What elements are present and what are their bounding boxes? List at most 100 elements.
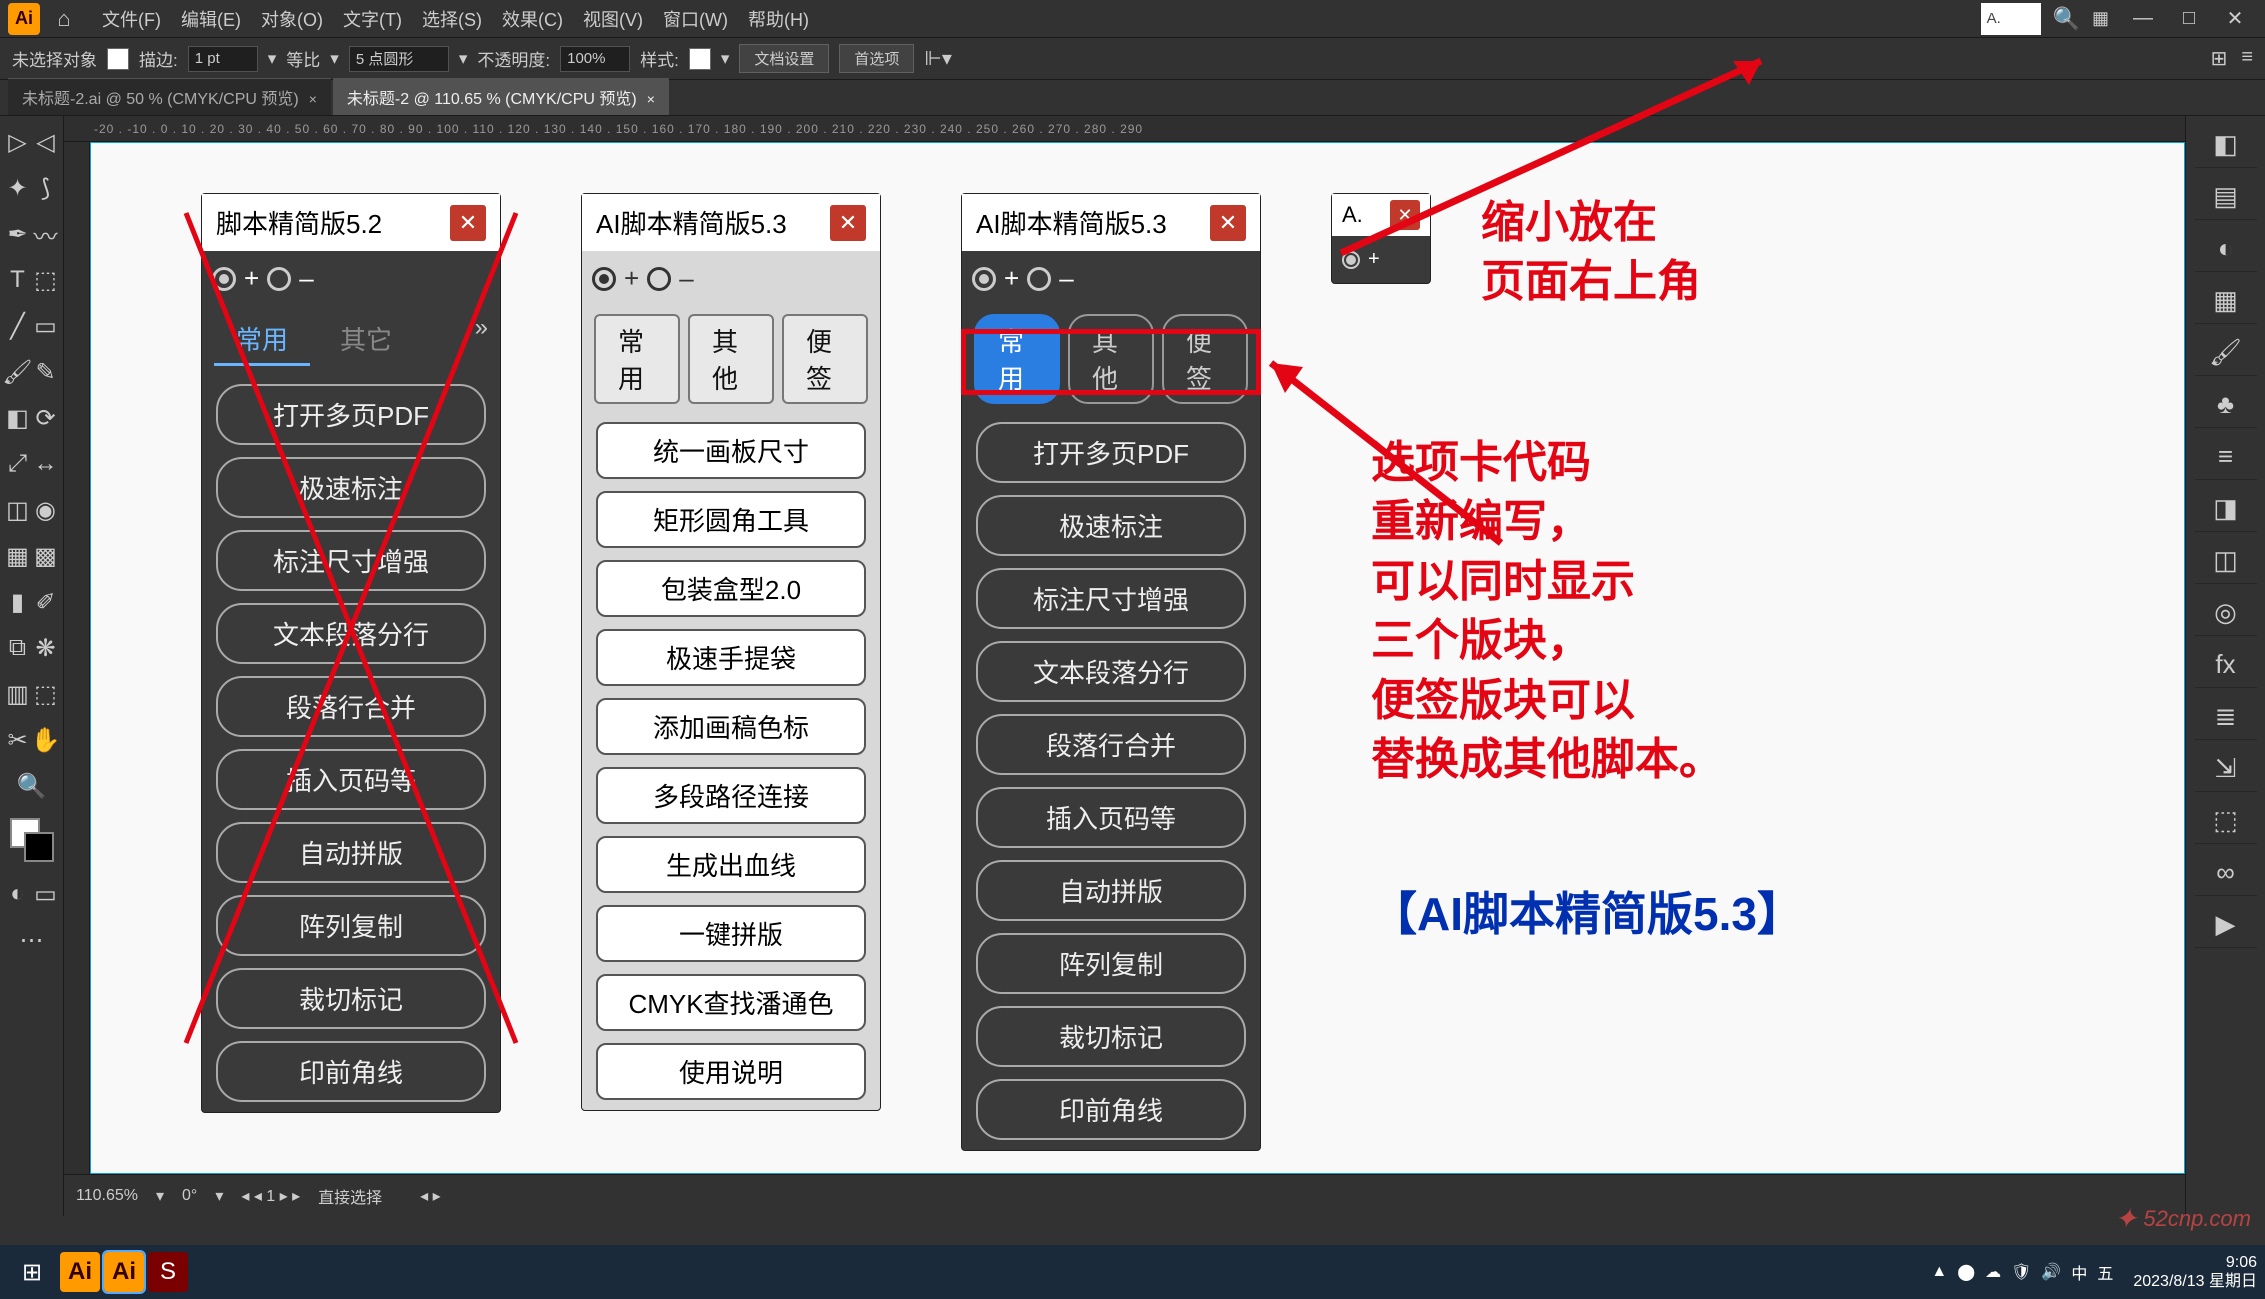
width-tool[interactable]: ↔ xyxy=(33,444,59,484)
fill-stroke-swatch[interactable] xyxy=(10,818,54,862)
radio-on[interactable] xyxy=(212,267,236,291)
lasso-tool[interactable]: ⟆ xyxy=(33,168,59,208)
close-button[interactable]: ✕ xyxy=(2213,5,2257,33)
script-button[interactable]: 段落行合并 xyxy=(216,676,486,737)
panel-menu-icon[interactable]: ≡ xyxy=(2241,46,2253,71)
shape-builder-tool[interactable]: ◉ xyxy=(33,490,59,530)
tray-ime-icon[interactable]: 中 xyxy=(2071,1260,2087,1284)
script-button[interactable]: 文本段落分行 xyxy=(216,603,486,664)
tray-ime-icon[interactable]: 五 xyxy=(2097,1260,2113,1284)
radio-off[interactable] xyxy=(1027,267,1051,291)
eraser-tool[interactable]: ◧ xyxy=(5,398,31,438)
scale-tool[interactable]: ⤢ xyxy=(5,444,31,484)
artboard-tool[interactable]: ⬚ xyxy=(33,674,59,714)
script-button[interactable]: 自动拼版 xyxy=(216,822,486,883)
radio-on[interactable] xyxy=(972,267,996,291)
direct-selection-tool[interactable]: ◁ xyxy=(33,122,59,162)
canvas[interactable]: 脚本精简版5.2✕ + – 常用 其它 » 打开多页PDF 极速标注 标注尺寸增… xyxy=(90,142,2185,1174)
script-button[interactable]: 多段路径连接 xyxy=(596,767,866,824)
script-button[interactable]: 裁切标记 xyxy=(216,968,486,1029)
close-icon[interactable]: ✕ xyxy=(830,205,866,241)
swatches-icon[interactable]: ▦ xyxy=(2195,278,2257,324)
panel-toggle-icon[interactable]: ⊞ xyxy=(2211,46,2228,71)
script-button[interactable]: 阵列复制 xyxy=(216,895,486,956)
tab-other[interactable]: 其它 xyxy=(318,314,414,366)
screen-mode-icon[interactable]: ▭ xyxy=(33,874,59,914)
corner-input[interactable] xyxy=(349,46,449,72)
radio-on[interactable] xyxy=(1342,251,1360,269)
column-graph-tool[interactable]: ▥ xyxy=(5,674,31,714)
mesh-tool[interactable]: ▩ xyxy=(33,536,59,576)
rectangle-tool[interactable]: ▭ xyxy=(33,306,59,346)
script-button[interactable]: 文本段落分行 xyxy=(976,641,1246,702)
radio-on[interactable] xyxy=(592,267,616,291)
fill-swatch[interactable] xyxy=(107,48,129,70)
close-icon[interactable]: × xyxy=(647,91,655,107)
align-icon[interactable]: ⊩▾ xyxy=(924,46,951,71)
touch-type-tool[interactable]: ⬚ xyxy=(33,260,59,300)
preferences-button[interactable]: 首选项 xyxy=(839,44,914,73)
taskbar-ai-icon[interactable]: Ai xyxy=(60,1252,100,1292)
pen-tool[interactable]: ✒ xyxy=(5,214,31,254)
start-button[interactable]: ⊞ xyxy=(8,1250,56,1294)
close-icon[interactable]: × xyxy=(309,91,317,107)
libraries-icon[interactable]: ▤ xyxy=(2195,174,2257,220)
transparency-icon[interactable]: ◫ xyxy=(2195,538,2257,584)
script-button[interactable]: 插入页码等 xyxy=(216,749,486,810)
edit-toolbar-icon[interactable]: ⋯ xyxy=(4,918,60,962)
selection-tool[interactable]: ▷ xyxy=(5,122,31,162)
curvature-tool[interactable]: 〰 xyxy=(33,214,59,254)
rotate-tool[interactable]: ⟳ xyxy=(33,398,59,438)
tray-icon[interactable]: ☁ xyxy=(1985,1262,2001,1282)
line-tool[interactable]: ╱ xyxy=(5,306,31,346)
tab-common[interactable]: 常用 xyxy=(594,314,680,404)
brushes-icon[interactable]: 🖌 xyxy=(2195,330,2257,376)
stroke-icon[interactable]: ≡ xyxy=(2195,434,2257,480)
play-icon[interactable]: ▶ xyxy=(2195,902,2257,948)
rotate-view[interactable]: 0° xyxy=(182,1187,197,1205)
close-icon[interactable]: ✕ xyxy=(450,205,486,241)
zoom-level[interactable]: 110.65% xyxy=(76,1187,138,1205)
artboard-nav[interactable]: ◂ ◂ 1 ▸ ▸ xyxy=(241,1186,300,1206)
minimize-button[interactable]: — xyxy=(2121,5,2165,33)
menu-effect[interactable]: 效果(C) xyxy=(492,6,573,32)
script-button[interactable]: 自动拼版 xyxy=(976,860,1246,921)
script-button[interactable]: 印前角线 xyxy=(216,1041,486,1102)
taskbar-app-icon[interactable]: S xyxy=(148,1252,188,1292)
close-icon[interactable]: ✕ xyxy=(1210,205,1246,241)
script-button[interactable]: 打开多页PDF xyxy=(216,384,486,445)
graphic-styles-icon[interactable]: fx xyxy=(2195,642,2257,688)
gradient-tool[interactable]: ▮ xyxy=(5,582,31,622)
doc-tab-1[interactable]: 未标题-2.ai @ 50 % (CMYK/CPU 预览)× xyxy=(8,78,331,115)
chevron-right-icon[interactable]: » xyxy=(475,314,488,366)
script-button[interactable]: 标注尺寸增强 xyxy=(216,530,486,591)
script-button[interactable]: 包装盒型2.0 xyxy=(596,560,866,617)
tray-volume-icon[interactable]: 🔊 xyxy=(2041,1262,2061,1282)
script-button[interactable]: 裁切标记 xyxy=(976,1006,1246,1067)
script-button[interactable]: 阵列复制 xyxy=(976,933,1246,994)
appearance-icon[interactable]: ◎ xyxy=(2195,590,2257,636)
hand-tool[interactable]: ✋ xyxy=(33,720,59,760)
script-button[interactable]: 统一画板尺寸 xyxy=(596,422,866,479)
tray-icon[interactable]: ⬤ xyxy=(1957,1262,1975,1282)
opacity-input[interactable] xyxy=(560,46,630,72)
script-button[interactable]: 标注尺寸增强 xyxy=(976,568,1246,629)
properties-icon[interactable]: ◧ xyxy=(2195,122,2257,168)
magic-wand-tool[interactable]: ✦ xyxy=(5,168,31,208)
menu-type[interactable]: 文字(T) xyxy=(333,6,412,32)
pencil-tool[interactable]: ✎ xyxy=(33,352,59,392)
document-setup-button[interactable]: 文档设置 xyxy=(739,44,829,73)
script-button[interactable]: 极速手提袋 xyxy=(596,629,866,686)
asset-export-icon[interactable]: ⇲ xyxy=(2195,746,2257,792)
menu-object[interactable]: 对象(O) xyxy=(251,6,333,32)
tray-icon[interactable]: ▲ xyxy=(1931,1263,1947,1281)
menu-view[interactable]: 视图(V) xyxy=(573,6,653,32)
close-icon[interactable]: ✕ xyxy=(1390,200,1420,230)
doc-tab-2[interactable]: 未标题-2 @ 110.65 % (CMYK/CPU 预览)× xyxy=(333,78,669,115)
zoom-tool[interactable]: 🔍 xyxy=(4,764,60,808)
eyedropper-tool[interactable]: ✐ xyxy=(33,582,59,622)
stroke-weight-input[interactable] xyxy=(188,46,258,72)
style-swatch[interactable] xyxy=(689,48,711,70)
menu-edit[interactable]: 编辑(E) xyxy=(171,6,251,32)
symbol-sprayer-tool[interactable]: ❋ xyxy=(33,628,59,668)
